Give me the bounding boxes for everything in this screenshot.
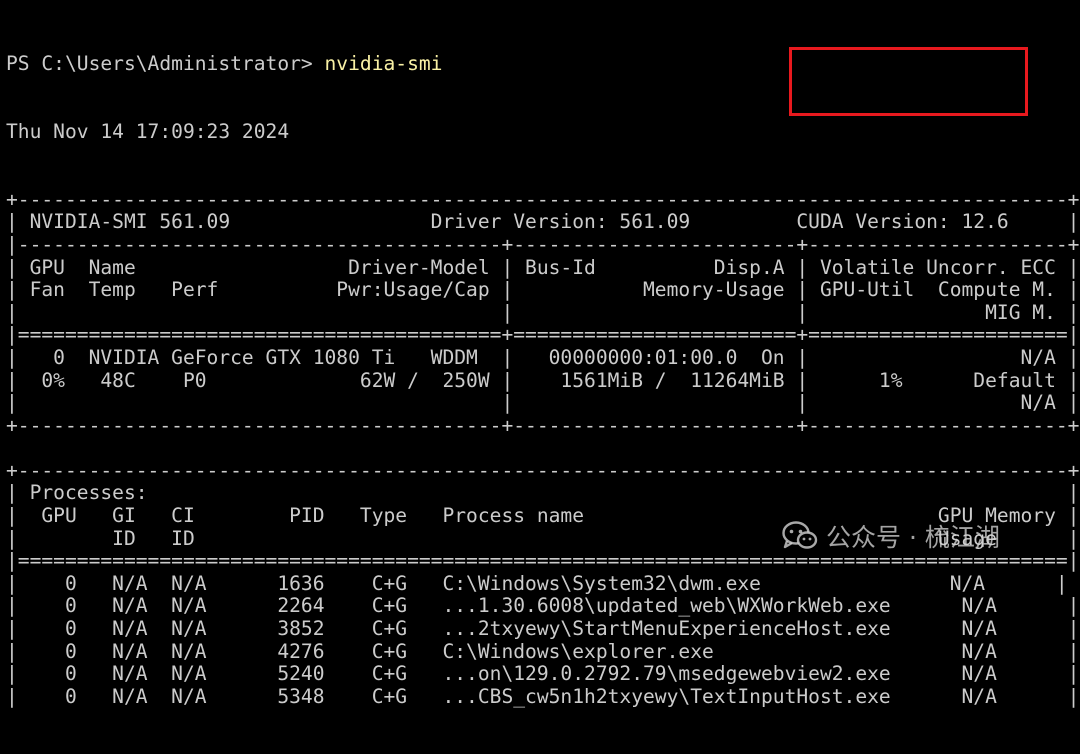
output-line: | 0 N/A N/A 1636 C+G C:\Windows\System32… [6, 571, 1068, 595]
output-line: +---------------------------------------… [6, 187, 1080, 211]
terminal-output: PS C:\Users\Administrator> nvidia-smi Th… [6, 8, 1079, 754]
output-line: | NVIDIA-SMI 561.09 Driver Version: 561.… [6, 210, 1080, 234]
output-line: | 0 N/A N/A 5240 C+G ...on\129.0.2792.79… [6, 662, 1080, 686]
output-line: | 0% 48C P0 62W / 250W | 1561MiB / 11264… [6, 368, 1080, 392]
output-line: | Fan Temp Perf Pwr:Usage/Cap | Memory-U… [6, 278, 1080, 302]
output-line: |---------------------------------------… [6, 232, 1080, 256]
cuda-version-highlight-box [789, 47, 1028, 116]
output-line: +---------------------------------------… [6, 458, 1080, 482]
output-line: | Processes: | [6, 481, 1080, 505]
output-line: | 0 NVIDIA GeForce GTX 1080 Ti WDDM | 00… [6, 345, 1080, 369]
prompt-text: PS C:\Users\Administrator> [6, 52, 325, 76]
output-line: | 0 N/A N/A 5348 C+G ...CBS_cw5n1h2txyew… [6, 684, 1080, 708]
output-line: +---------------------------------------… [6, 413, 1080, 437]
timestamp-line: Thu Nov 14 17:09:23 2024 [6, 119, 290, 143]
output-line: | 0 N/A N/A 3852 C+G ...2txyewy\StartMen… [6, 617, 1080, 641]
output-line: |=======================================… [6, 323, 1080, 347]
output-lines: +---------------------------------------… [6, 187, 1080, 709]
output-line: |=======================================… [6, 549, 1080, 573]
command-text: nvidia-smi [324, 52, 443, 76]
output-line: | 0 N/A N/A 4276 C+G C:\Windows\explorer… [6, 639, 1080, 663]
output-line: | GPU Name Driver-Model | Bus-Id Disp.A … [6, 255, 1080, 279]
output-line: | | | MIG M. | [6, 300, 1080, 324]
output-line: | 0 N/A N/A 2264 C+G ...1.30.6008\update… [6, 594, 1080, 618]
output-line: | | | N/A | [6, 391, 1080, 415]
output-line: | GPU GI CI PID Type Process name GPU Me… [6, 504, 1080, 528]
output-line: | ID ID Usage | [6, 526, 1080, 550]
